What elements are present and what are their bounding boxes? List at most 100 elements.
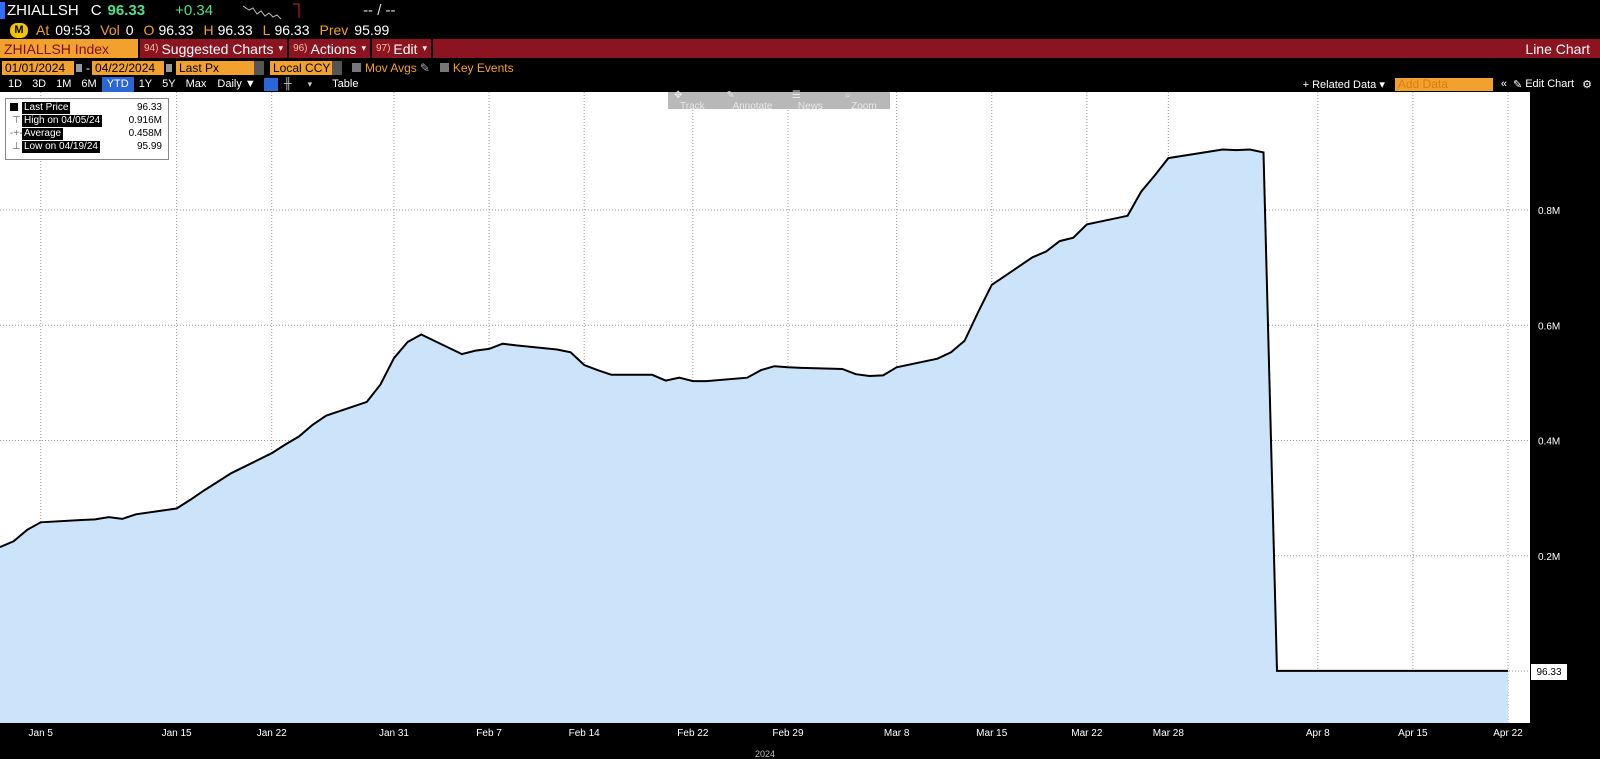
average-marker-icon: -+-	[10, 128, 23, 139]
legend-low-row: ⊥ Low on 04/19/24 95.99	[10, 140, 166, 153]
gear-icon[interactable]: ⚙	[1582, 78, 1592, 91]
range-buttons: 1D 3D 1M 6M YTD 1Y 5Y Max	[3, 76, 212, 92]
legend-high-label: High on 04/05/24	[22, 114, 103, 127]
line-chart[interactable]: Jan 5 Jan 15 Jan 22 Jan 31 Feb 7 Feb 14 Feb 22…	[0, 92, 1600, 759]
pencil-icon[interactable]: ✎	[1513, 78, 1522, 91]
end-date-input[interactable]: 04/22/2024	[92, 60, 164, 75]
range-1m-button[interactable]: 1M	[51, 77, 76, 92]
range-6m-button[interactable]: 6M	[76, 77, 101, 92]
range-1d-button[interactable]: 1D	[3, 77, 27, 92]
range-ytd-button[interactable]: YTD	[101, 76, 134, 92]
currency-select[interactable]: Local CCY	[270, 60, 332, 75]
chevron-down-icon: ▾	[361, 43, 366, 53]
legend-low-label: Low on 04/19/24	[22, 140, 100, 153]
y-tick-label: 0.4M	[1538, 437, 1560, 448]
range-1y-button[interactable]: 1Y	[134, 77, 157, 92]
checkbox-icon[interactable]	[352, 63, 361, 72]
actions-label: Actions	[310, 40, 357, 57]
chevron-down-icon[interactable]	[254, 60, 264, 75]
zoom-label: Zoom	[851, 100, 877, 112]
collapse-icon[interactable]: «	[1501, 78, 1507, 90]
chevron-down-icon: ▾	[278, 43, 284, 53]
high-marker-icon: ⊤	[12, 115, 21, 126]
line-style-icon[interactable]	[263, 77, 278, 91]
chevron-down-icon[interactable]	[332, 60, 342, 75]
chart-tools: ✥ Track ✎ Annotate ☰ News ⌕ Zoom	[668, 90, 890, 112]
menu-bar: ZHIALLSH Index 94) Suggested Charts ▾ 96…	[0, 39, 1600, 58]
close-label: C	[90, 2, 102, 19]
x-tick-label: Mar 28	[1153, 728, 1185, 739]
legend-last-value: 96.33	[136, 102, 162, 113]
x-tick-label: Feb 22	[677, 728, 709, 739]
track-tool[interactable]: ✥ Track	[668, 90, 720, 112]
track-label: Track	[680, 100, 705, 112]
actions-menu[interactable]: 96) Actions ▾	[289, 39, 370, 58]
low-value: 96.33	[274, 22, 310, 38]
time-value: 09:53	[55, 22, 91, 38]
bid-ask: -- / --	[363, 2, 396, 19]
prev-label: Prev	[319, 22, 349, 38]
chart-legend[interactable]: Last Price 96.33 ⊤ High on 04/05/24 0.91…	[5, 98, 169, 160]
suggested-label: Suggested Charts	[161, 40, 274, 57]
at-label: At	[36, 22, 50, 38]
mov-avgs-label[interactable]: Mov Avgs	[365, 61, 417, 75]
calendar-icon[interactable]	[76, 63, 82, 72]
x-axis-year-label: 2024	[755, 749, 775, 759]
suggested-charts-menu[interactable]: 94) Suggested Charts ▾	[140, 39, 287, 58]
settings-bar: 01/01/2024 - 04/22/2024 Last Px Local CC…	[0, 59, 1600, 76]
chevron-down-icon[interactable]: ▾	[308, 79, 313, 90]
legend-high-row: ⊤ High on 04/05/24 0.916M	[10, 114, 166, 127]
sparkline-icon	[243, 3, 300, 19]
edit-chart-button[interactable]: Edit Chart	[1525, 78, 1574, 90]
x-tick-label: Mar 22	[1071, 728, 1103, 739]
low-marker-icon: ⊥	[12, 141, 21, 152]
legend-avg-value: 0.458M	[128, 128, 162, 139]
x-tick-label: Mar 15	[976, 728, 1008, 739]
open-label: O	[143, 22, 155, 38]
x-tick-label: Feb 14	[569, 728, 601, 739]
chart-type-label[interactable]: Line Chart	[1525, 41, 1590, 57]
quote-line: ZHIALLSH C 96.33 +0.34 -- / --	[0, 0, 1600, 21]
add-data-input[interactable]: Add Data	[1394, 77, 1493, 91]
annotate-label: Annotate	[732, 100, 773, 112]
x-tick-label: Apr 8	[1306, 728, 1330, 739]
field-select[interactable]: Last Px	[176, 60, 254, 75]
range-max-button[interactable]: Max	[181, 77, 212, 92]
key-events-label[interactable]: Key Events	[453, 61, 514, 75]
high-value: 96.33	[217, 22, 253, 38]
ticker[interactable]: ZHIALLSH	[7, 2, 79, 19]
range-3d-button[interactable]: 3D	[27, 77, 51, 92]
exchange-badge-icon: M	[10, 22, 28, 38]
y-tick-label: 0.6M	[1538, 321, 1560, 332]
table-button[interactable]: Table	[332, 78, 358, 90]
period-select[interactable]: Daily ▼	[217, 78, 255, 90]
x-tick-label: Feb 7	[476, 728, 502, 739]
start-date-input[interactable]: 01/01/2024	[2, 60, 74, 75]
prev-value: 95.99	[354, 22, 390, 38]
zoom-tool[interactable]: ⌕ Zoom	[839, 90, 890, 112]
security-field[interactable]: ZHIALLSH Index	[0, 39, 138, 58]
pencil-icon[interactable]: ✎	[420, 61, 430, 75]
series-swatch-icon	[10, 103, 18, 111]
high-label: H	[203, 22, 214, 38]
x-tick-label: Apr 22	[1493, 728, 1523, 739]
calendar-icon[interactable]	[166, 63, 172, 72]
range-5y-button[interactable]: 5Y	[157, 77, 180, 92]
news-label: News	[797, 100, 823, 112]
chevron-down-icon: ▾	[422, 43, 428, 53]
legend-last-row: Last Price 96.33	[10, 101, 166, 114]
y-tick-label: 0.2M	[1538, 552, 1560, 563]
related-data-button[interactable]: + Related Data ▾	[1303, 78, 1385, 91]
checkbox-icon[interactable]	[439, 63, 449, 72]
suggested-num: 94)	[144, 43, 159, 54]
bar-style-icon[interactable]: ╫	[284, 78, 292, 90]
x-tick-label: Feb 29	[772, 728, 804, 739]
legend-low-value: 95.99	[136, 141, 162, 152]
edit-menu[interactable]: 97) Edit ▾	[372, 39, 431, 58]
x-tick-label: Jan 5	[29, 728, 54, 739]
x-tick-label: Mar 8	[884, 728, 910, 739]
news-tool[interactable]: ☰ News	[786, 90, 839, 112]
actions-num: 96)	[293, 43, 308, 54]
last-price-tag: 96.33	[1530, 663, 1568, 681]
annotate-tool[interactable]: ✎ Annotate	[720, 90, 785, 112]
